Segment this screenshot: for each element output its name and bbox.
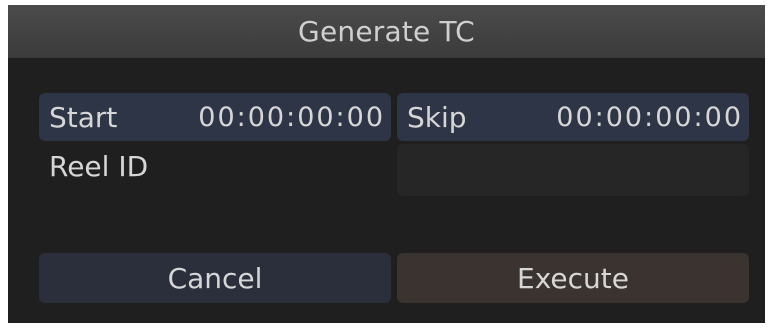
dialog-title: Generate TC [8, 5, 765, 58]
start-label: Start [49, 100, 118, 134]
skip-label: Skip [407, 100, 467, 134]
reel-id-input[interactable] [397, 144, 749, 196]
cancel-button[interactable]: Cancel [39, 253, 391, 303]
start-timecode-value[interactable]: 00:00:00:00 [198, 102, 391, 133]
skip-timecode-field[interactable]: Skip 00:00:00:00 [397, 93, 749, 141]
reel-id-label: Reel ID [49, 150, 149, 183]
generate-tc-dialog: Generate TC Start 00:00:00:00 Skip 00:00… [8, 5, 765, 323]
start-timecode-field[interactable]: Start 00:00:00:00 [39, 93, 391, 141]
skip-timecode-value[interactable]: 00:00:00:00 [556, 102, 749, 133]
execute-button[interactable]: Execute [397, 253, 749, 303]
